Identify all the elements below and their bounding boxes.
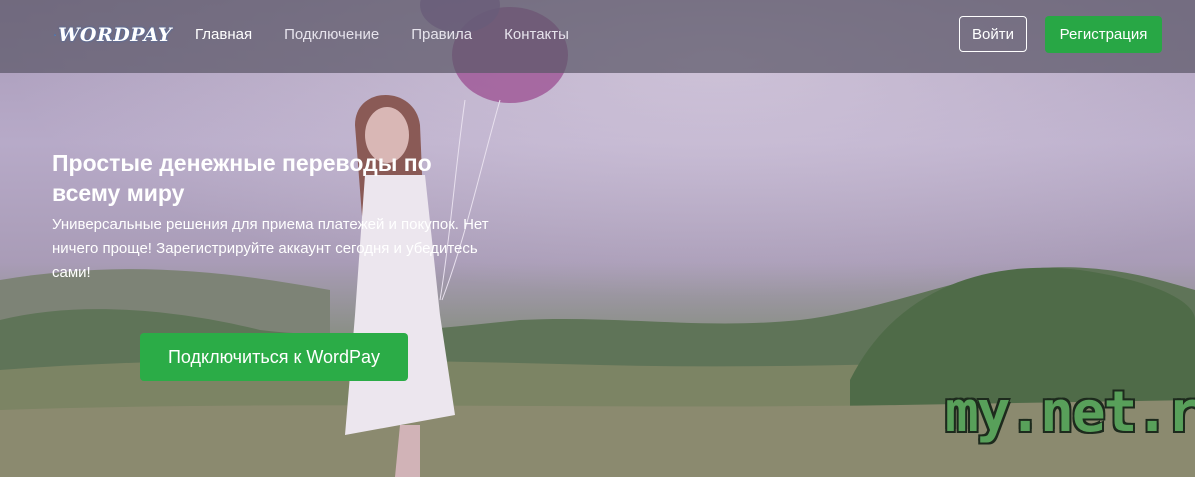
login-button[interactable]: Войти — [959, 16, 1027, 52]
hero-section: WORDPAY Главная Подключение Правила Конт… — [0, 0, 1195, 477]
hero-title: Простые денежные переводы по всему миру — [52, 150, 432, 206]
nav-item-rules[interactable]: Правила — [411, 26, 472, 43]
nav-item-home[interactable]: Главная — [195, 26, 252, 43]
connect-button[interactable]: Подключиться к WordPay — [140, 333, 408, 381]
watermark-text: my.net.ru — [945, 380, 1195, 445]
credit-card-icon — [54, 34, 56, 36]
main-nav: Главная Подключение Правила Контакты — [195, 26, 601, 43]
register-button[interactable]: Регистрация — [1045, 16, 1162, 53]
brand-name: WORDPAY — [58, 24, 172, 46]
nav-item-connection[interactable]: Подключение — [284, 26, 379, 43]
hero-subtitle: Универсальные решения для приема платеже… — [52, 216, 489, 281]
brand-logo[interactable]: WORDPAY — [54, 19, 172, 51]
nav-item-contacts[interactable]: Контакты — [504, 26, 569, 43]
navbar: WORDPAY Главная Подключение Правила Конт… — [0, 0, 1195, 73]
